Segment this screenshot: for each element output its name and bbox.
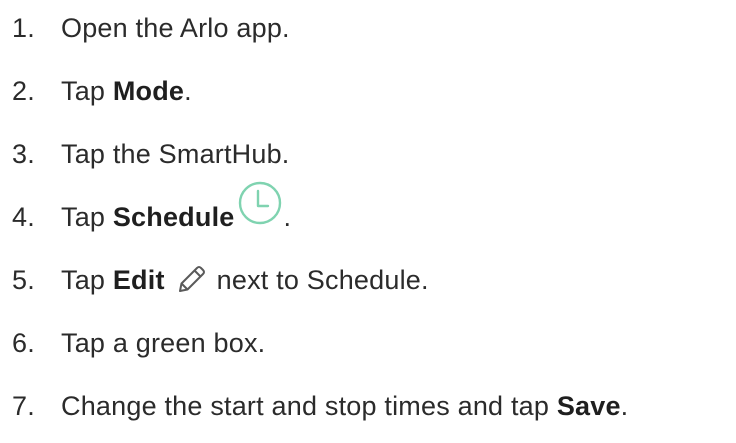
step-suffix: . xyxy=(620,390,629,421)
step-number: 7. xyxy=(12,390,35,421)
step-6: 6. Tap a green box. xyxy=(12,323,265,363)
schedule-label: Schedule xyxy=(112,201,235,232)
step-number: 3. xyxy=(12,138,35,169)
step-prefix: Change the start and stop times and tap xyxy=(61,390,557,421)
step-number: 6. xyxy=(12,327,35,358)
step-suffix: . xyxy=(184,75,192,106)
step-7: 7. Change the start and stop times and t… xyxy=(12,386,628,426)
step-prefix: Tap xyxy=(61,264,113,295)
step-prefix: Tap xyxy=(61,75,113,106)
step-4: 4. Tap Schedule . xyxy=(12,181,292,237)
step-number: 2. xyxy=(12,75,35,106)
step-text: Tap the SmartHub. xyxy=(61,138,290,169)
step-suffix: next to Schedule. xyxy=(216,264,429,295)
save-label: Save xyxy=(556,390,621,421)
step-suffix: . xyxy=(283,201,292,232)
step-text: Tap a green box. xyxy=(61,327,266,358)
pencil-icon xyxy=(178,266,205,292)
clock-icon xyxy=(239,181,282,225)
step-number: 1. xyxy=(12,12,35,43)
mode-label: Mode xyxy=(112,75,185,106)
step-5: 5. Tap Edit next to Schedule. xyxy=(12,260,429,300)
step-prefix: Tap xyxy=(61,201,113,232)
step-3: 3. Tap the SmartHub. xyxy=(12,134,290,174)
step-text: Open the Arlo app. xyxy=(61,12,290,43)
step-2: 2. Tap Mode . xyxy=(12,71,192,111)
instruction-list: 1. Open the Arlo app. 2. Tap Mode . 3. T… xyxy=(0,0,736,443)
step-number: 4. xyxy=(12,201,35,232)
edit-label: Edit xyxy=(112,264,165,295)
step-number: 5. xyxy=(12,264,35,295)
step-1: 1. Open the Arlo app. xyxy=(12,8,290,48)
